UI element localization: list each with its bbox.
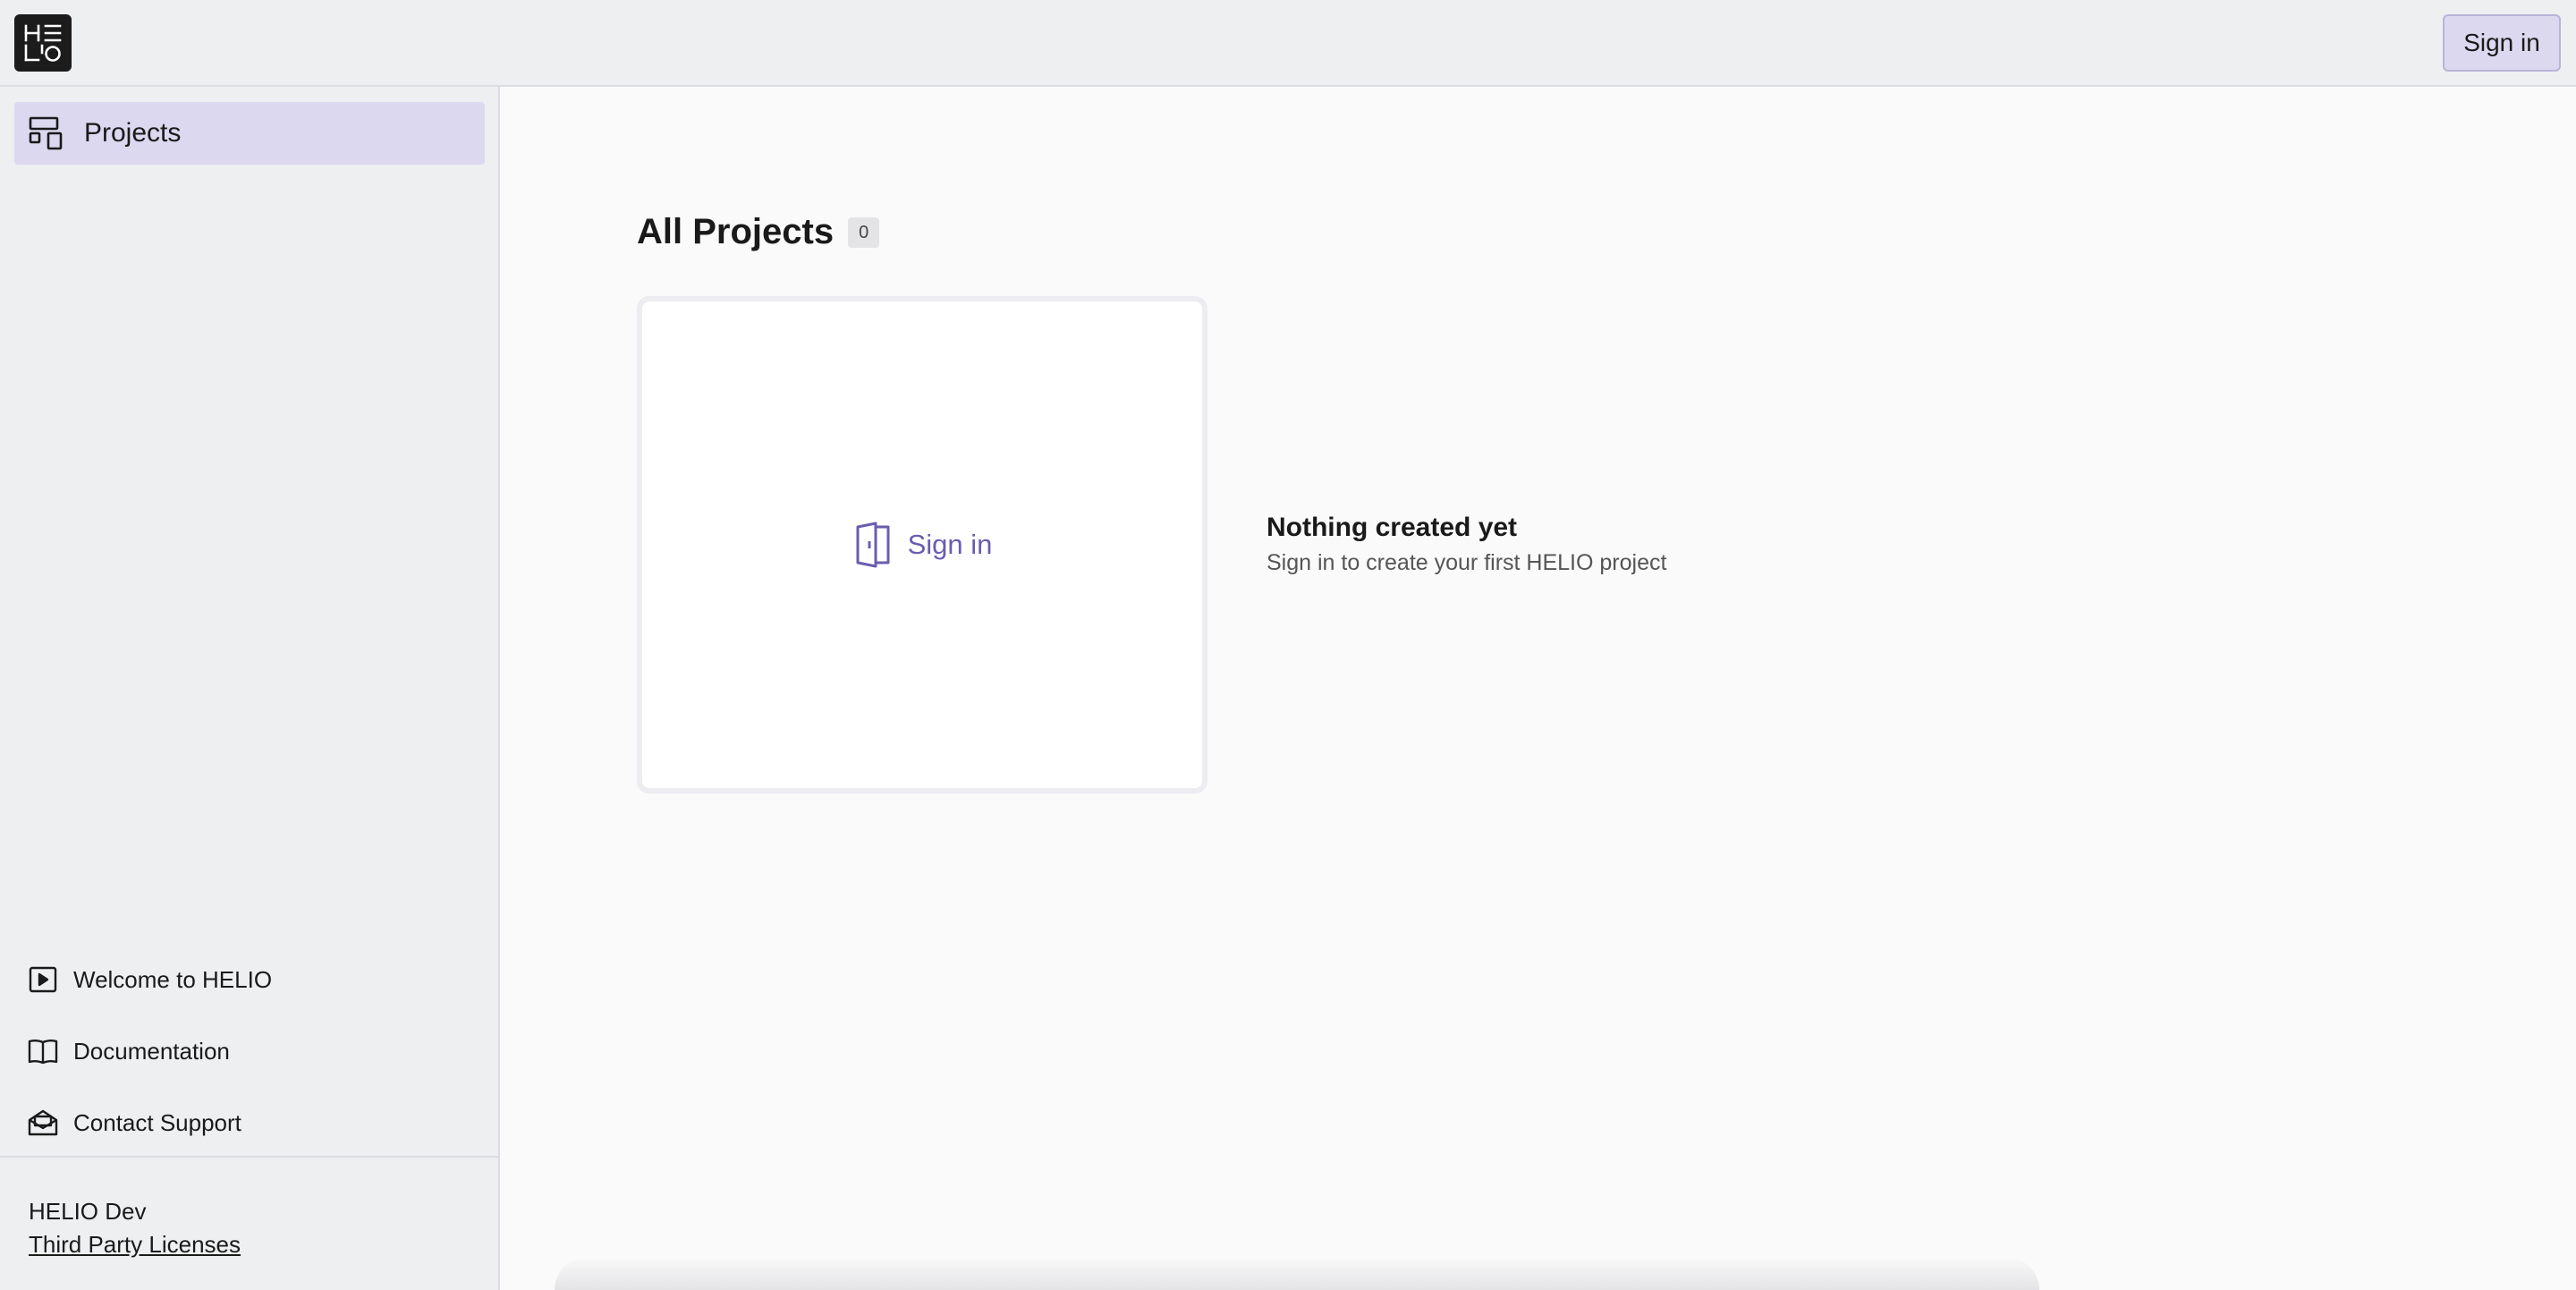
empty-state-title: Nothing created yet: [1267, 513, 1518, 542]
sidebar-links: Welcome to HELIO Documentation Contact S…: [27, 944, 474, 1158]
contact-support-link[interactable]: Contact Support: [27, 1087, 474, 1158]
projects-icon: [27, 114, 66, 153]
documentation-link-label: Documentation: [73, 1037, 230, 1065]
welcome-link-label: Welcome to HELIO: [73, 965, 273, 993]
page-header: All Projects 0: [637, 212, 880, 252]
app-root: Sign in Projects Welcome to HELIO Docume…: [0, 0, 2576, 1290]
book-icon: [27, 1035, 59, 1067]
sign-in-card-content: Sign in: [852, 521, 993, 569]
bottom-shadow: [555, 1257, 2039, 1290]
door-icon: [852, 521, 894, 569]
page-title: All Projects: [637, 212, 835, 251]
project-count-badge: 0: [848, 216, 880, 248]
contact-support-link-label: Contact Support: [73, 1108, 242, 1136]
third-party-licenses-link[interactable]: Third Party Licenses: [29, 1231, 241, 1259]
sidebar-item-label: Projects: [84, 118, 182, 148]
empty-state-subtitle: Sign in to create your first HELIO proje…: [1267, 550, 1667, 575]
helio-logo[interactable]: [14, 14, 72, 72]
sidebar-divider: [0, 1156, 498, 1158]
play-icon: [27, 963, 59, 996]
sign-in-card[interactable]: Sign in: [637, 296, 1208, 794]
mail-icon: [27, 1107, 59, 1139]
documentation-link[interactable]: Documentation: [27, 1015, 474, 1087]
main-content: All Projects 0 Sign in Nothing created y…: [500, 87, 2576, 1290]
environment-name: HELIO Dev: [29, 1198, 147, 1225]
sidebar-item-projects[interactable]: Projects: [14, 102, 485, 165]
sign-in-button[interactable]: Sign in: [2443, 14, 2561, 72]
helio-logo-icon: [24, 24, 62, 62]
sign-in-card-label: Sign in: [907, 529, 993, 560]
welcome-link[interactable]: Welcome to HELIO: [27, 944, 474, 1015]
sidebar: Projects Welcome to HELIO Documentation …: [0, 87, 500, 1290]
top-bar: Sign in: [0, 0, 2576, 87]
